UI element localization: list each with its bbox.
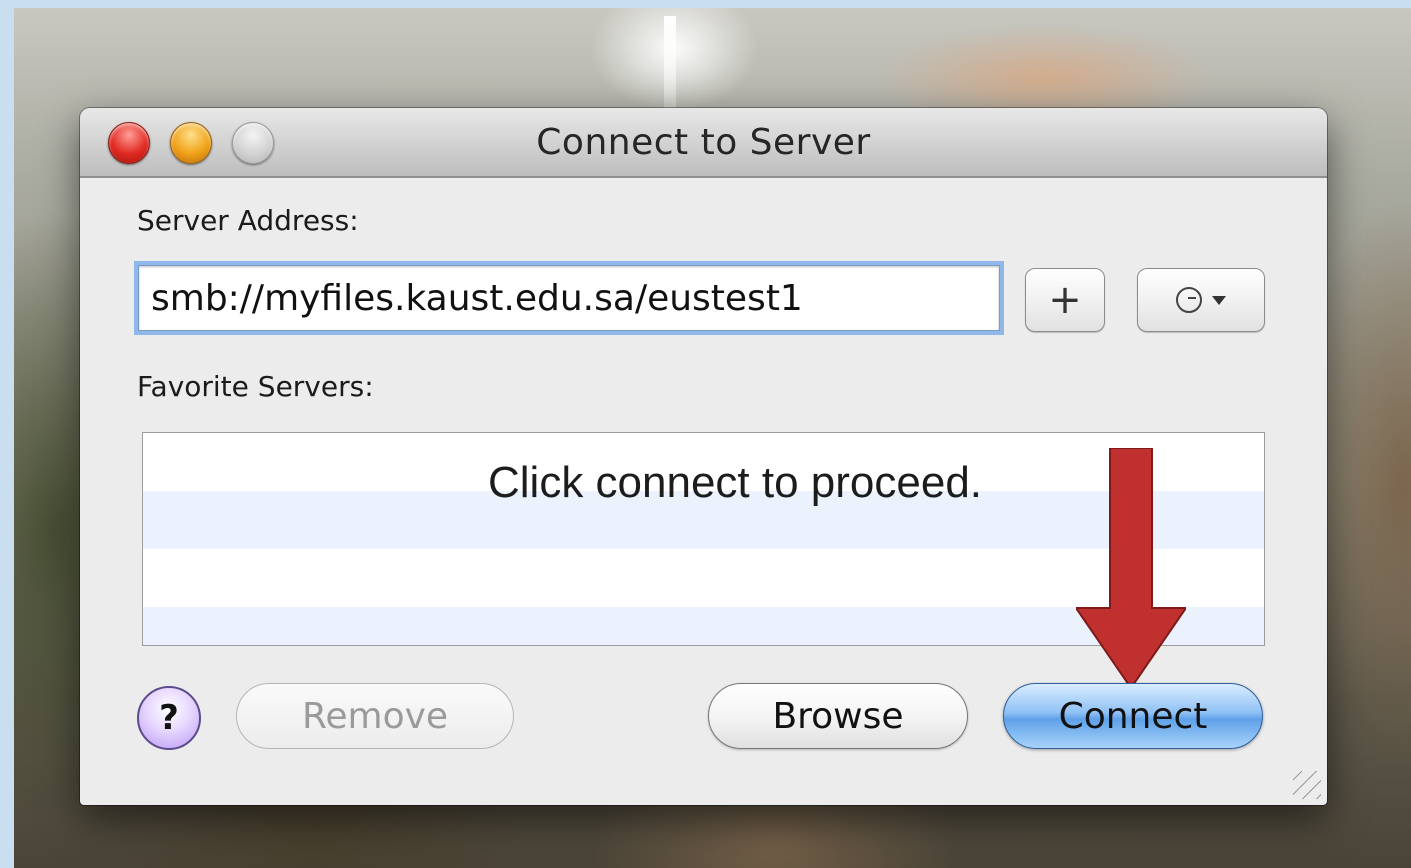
arrow-down-icon <box>1076 448 1186 688</box>
instruction-annotation: Click connect to proceed. <box>488 458 983 507</box>
connect-button[interactable]: Connect <box>1003 683 1263 749</box>
connect-to-server-dialog: Connect to Server Server Address: + Favo… <box>80 108 1327 805</box>
clock-icon <box>1176 287 1202 313</box>
window-title: Connect to Server <box>536 122 871 163</box>
help-button[interactable]: ? <box>137 686 201 750</box>
favorite-servers-label: Favorite Servers: <box>137 370 374 403</box>
recent-servers-button[interactable] <box>1137 268 1265 332</box>
remove-button[interactable]: Remove <box>236 683 514 749</box>
resize-grip[interactable] <box>1293 771 1321 799</box>
server-address-input[interactable] <box>138 265 1000 331</box>
title-bar[interactable]: Connect to Server <box>80 108 1327 178</box>
browse-button[interactable]: Browse <box>708 683 968 749</box>
chevron-down-icon <box>1212 295 1226 305</box>
add-favorite-button[interactable]: + <box>1025 268 1105 332</box>
wallpaper-light-beam <box>664 16 676 116</box>
question-icon: ? <box>159 698 179 738</box>
server-address-label: Server Address: <box>137 204 359 237</box>
plus-icon: + <box>1048 277 1082 323</box>
